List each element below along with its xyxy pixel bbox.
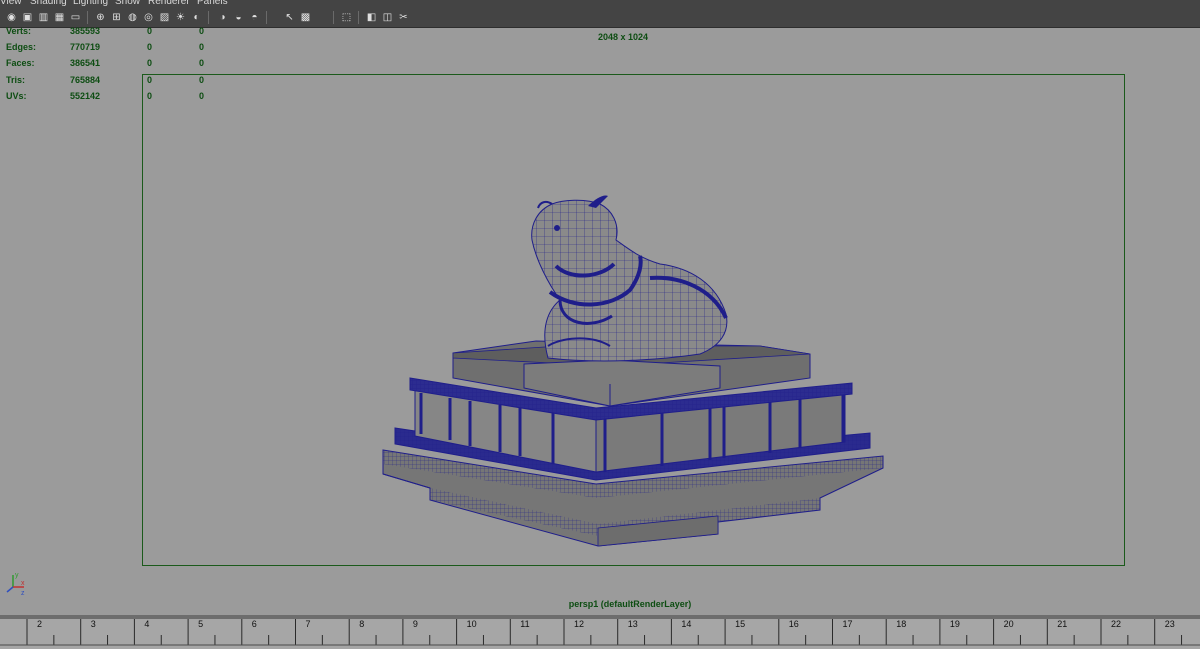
hud-value: 552142 [70,91,101,101]
timeline-frame-label: 6 [252,619,257,629]
timeline-frame-label: 2 [37,619,42,629]
hud-value: 765884 [70,75,101,85]
z-axis-label: z [21,590,25,597]
hud-value: 0 [199,26,205,36]
menu-lighting[interactable]: Lighting [73,0,108,8]
toolbar-separator [266,11,267,24]
xray-joints-icon[interactable]: ◒ [232,11,245,24]
hud-value: 0 [199,58,205,68]
hud-label: UVs: [6,91,27,101]
grid-icon[interactable]: ▦ [53,11,66,24]
timeline-frame-label: 5 [198,619,203,629]
hud-value: 0 [147,58,153,68]
wireframe-on-shaded-icon[interactable]: ◎ [142,11,155,24]
xray-icon[interactable]: ◑ [216,11,229,24]
smooth-shade-icon[interactable]: ◍ [126,11,139,24]
time-slider[interactable]: 2 3 4 5 6 7 8 9 10 11 12 13 14 15 16 17 18 19 20 21 22 23 [0,615,1200,649]
hud-row-edges: Edges: 770719 0 0 [0,41,230,55]
hud-label: Faces: [6,58,35,68]
hud-value: 0 [147,26,153,36]
hud-value: 0 [199,42,205,52]
xray-components-icon[interactable]: ◓ [248,11,261,24]
menu-show[interactable]: Show [115,0,140,8]
hud-label: Tris: [6,75,26,85]
timeline-frame-label: 19 [950,619,960,629]
hud-row-faces: Faces: 386541 0 0 [0,57,230,71]
bounding-box-icon[interactable]: ▩ [299,11,312,24]
menu-renderer[interactable]: Renderer [148,0,190,8]
timeline-frame-label: 16 [789,619,799,629]
shadows-icon[interactable]: ◐ [190,11,203,24]
y-axis-label: y [15,572,19,579]
timeline-frame-label: 21 [1057,619,1067,629]
hud-value: 770719 [70,42,101,52]
view-axis-gizmo-icon: x y z [6,572,25,597]
timeline-frame-label: 10 [467,619,477,629]
timeline-frame-label: 12 [574,619,584,629]
x-axis-label: x [21,580,25,587]
texture-icon[interactable]: ▨ [158,11,171,24]
timeline-frame-label: 22 [1111,619,1121,629]
resolution-gate-frame [142,74,1125,566]
hypershade-icon[interactable]: ✂ [397,11,410,24]
toolbar-separator [358,11,359,24]
z-axis-line [6,586,14,593]
timeline-frame-label: 20 [1004,619,1014,629]
toolbar-separator [333,11,334,24]
timeline-frame-label: 17 [843,619,853,629]
hud-value: 0 [147,42,153,52]
menu-view[interactable]: View [0,0,22,8]
resolution-gate-icon[interactable]: ⊕ [94,11,107,24]
panel-menu-bar: View Shading Lighting Show Renderer Pane… [0,0,1200,8]
image-plane-icon[interactable]: ▥ [37,11,50,24]
hud-value: 386541 [70,58,101,68]
hud-value: 385593 [70,26,101,36]
timeline-frame-label: 13 [628,619,638,629]
hud-label: Verts: [6,26,32,36]
timeline-frame-label: 7 [306,619,311,629]
camera-attributes-icon[interactable]: ◉ [5,11,18,24]
timeline-frame-label: 8 [359,619,364,629]
timeline-frame-label: 18 [896,619,906,629]
hud-row-verts: Verts: 385593 0 0 [0,25,230,39]
bookmark-icon[interactable]: ▣ [21,11,34,24]
timeline-frame-label: 3 [91,619,96,629]
toolbar-separator [208,11,209,24]
shaded-box-icon[interactable]: ◧ [365,11,378,24]
menu-panels[interactable]: Panels [197,0,228,8]
timeline-frame-label: 14 [681,619,691,629]
film-gate-icon[interactable]: ▭ [69,11,82,24]
isolate-select-icon[interactable]: ⬚ [340,11,353,24]
menu-shading[interactable]: Shading [30,0,67,8]
camera-name-label: persp1 (defaultRenderLayer) [568,599,692,609]
lights-icon[interactable]: ☀ [174,11,187,24]
timeline-frame-label: 9 [413,619,418,629]
time-slider-ruler[interactable]: 2 3 4 5 6 7 8 9 10 11 12 13 14 15 16 17 18 19 20 21 22 23 [0,615,1200,649]
timeline-frame-label: 15 [735,619,745,629]
timeline-frame-label: 4 [144,619,149,629]
resolution-gate-label: 2048 x 1024 [598,32,649,42]
wireframe-icon[interactable]: ⊞ [110,11,123,24]
toolbar-separator [87,11,88,24]
timeline-frame-label: 11 [520,619,529,629]
timeline-frame-label: 23 [1165,619,1175,629]
hud-label: Edges: [6,42,37,52]
perspective-viewport[interactable]: Verts: 385593 0 0 Edges: 770719 0 0 Face… [0,25,1200,615]
wireframe-box-icon[interactable]: ◫ [381,11,394,24]
default-material-icon[interactable]: ↖ [283,11,296,24]
